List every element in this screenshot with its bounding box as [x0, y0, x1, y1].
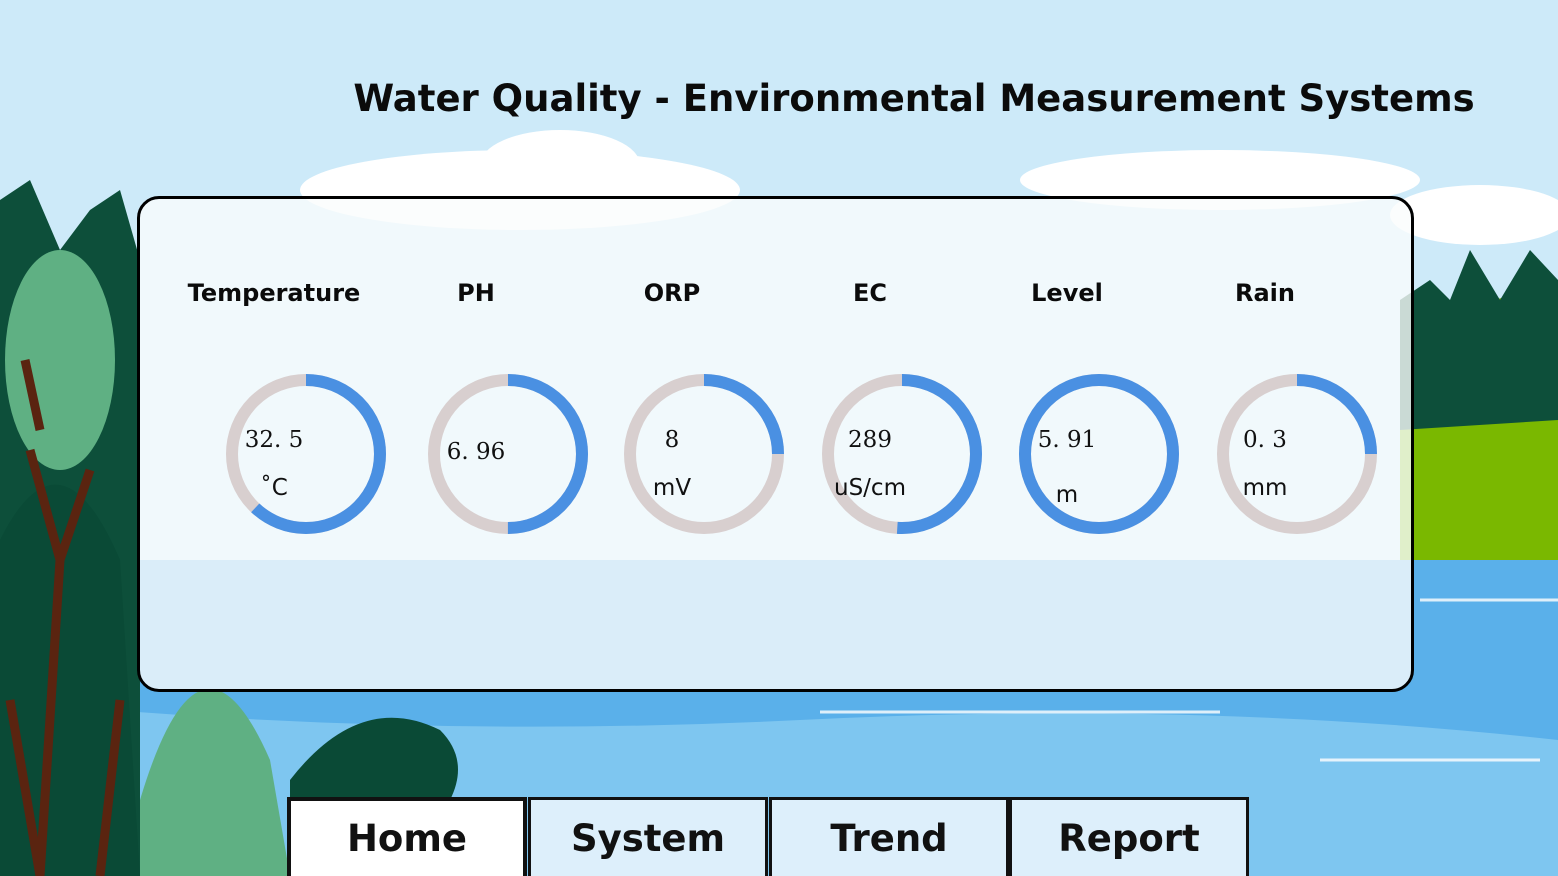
nav-home-button[interactable]: Home: [287, 797, 527, 876]
gauge-value: 5. 91: [1037, 427, 1097, 453]
gauge-unit: ˚C: [260, 475, 288, 501]
gauge-orp: ORP 8 mV: [562, 199, 784, 695]
gauge-unit: m: [1055, 482, 1079, 508]
nav-report-button[interactable]: Report: [1009, 797, 1249, 876]
gauge-unit: mm: [1242, 475, 1288, 501]
gauge-value: 8: [664, 427, 680, 453]
gauge-label: Level: [1031, 279, 1103, 307]
gauge-unit: mV: [652, 475, 692, 501]
gauge-value: 6. 96: [446, 439, 506, 465]
gauge-ring: [1217, 374, 1377, 534]
gauge-label: PH: [457, 279, 495, 307]
page-title: Water Quality - Environmental Measuremen…: [353, 76, 1475, 120]
gauge-value: 32. 5: [244, 427, 304, 453]
measurement-panel: Temperature 32. 5 ˚C PH 6. 96 ORP 8 mV EC 289 uS/c…: [137, 196, 1414, 692]
nav-trend-button[interactable]: Trend: [769, 797, 1009, 876]
gauge-value: 0. 3: [1243, 427, 1287, 453]
gauge-label: EC: [852, 279, 887, 307]
gauge-label: Rain: [1235, 279, 1295, 307]
gauge-value: 289: [848, 427, 892, 453]
gauge-label: ORP: [643, 279, 701, 307]
gauge-temperature: Temperature 32. 5 ˚C: [164, 199, 386, 695]
gauge-ph: PH 6. 96: [366, 199, 588, 695]
gauge-unit: uS/cm: [834, 475, 906, 501]
gauge-ec: EC 289 uS/cm: [760, 199, 982, 695]
nav-system-button[interactable]: System: [528, 797, 768, 876]
gauge-label: Temperature: [187, 279, 361, 307]
gauge-rain: Rain 0. 3 mm: [1155, 199, 1377, 695]
gauge-level: Level 5. 91 m: [957, 199, 1179, 695]
